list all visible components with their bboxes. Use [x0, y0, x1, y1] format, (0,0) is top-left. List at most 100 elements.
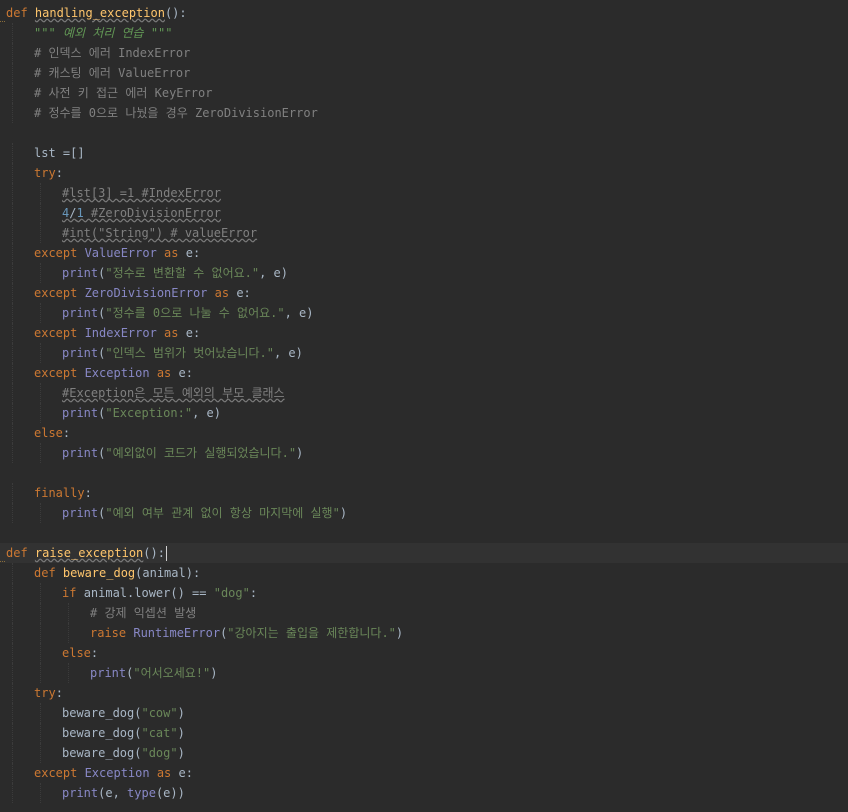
code-line[interactable]: try: — [0, 163, 848, 183]
code-token: handling_exception — [34, 6, 165, 20]
code-line[interactable]: #Exception은 모든 예외의 부모 클래스 — [0, 383, 848, 403]
code-line[interactable]: #int("String") # valueError — [0, 223, 848, 243]
code-text: try: — [34, 163, 63, 183]
indent-guide — [40, 223, 41, 243]
code-line[interactable]: except Exception as e: — [0, 363, 848, 383]
code-text: # 캐스팅 에러 ValueError — [34, 63, 190, 83]
code-token: e: — [185, 326, 201, 340]
code-token: : — [55, 686, 63, 700]
code-token: ) — [210, 666, 218, 680]
code-line[interactable]: """ 예외 처리 연습 """ — [0, 23, 848, 43]
code-line[interactable]: finally: — [0, 483, 848, 503]
code-token: "인덱스 범위가 벗어났습니다." — [105, 346, 274, 360]
code-line[interactable]: raise RuntimeError("강아지는 출입을 제한합니다.") — [0, 623, 848, 643]
code-text: beware_dog("dog") — [62, 743, 185, 763]
code-token: ) — [296, 446, 304, 460]
code-line[interactable]: beware_dog("dog") — [0, 743, 848, 763]
code-line[interactable]: print("Exception:", e) — [0, 403, 848, 423]
code-token: "예외없이 코드가 실행되었습니다." — [105, 446, 297, 460]
code-token: ) — [177, 706, 185, 720]
code-token: Exception — [84, 366, 150, 380]
indent-guide — [40, 183, 41, 203]
code-token: except — [34, 366, 85, 380]
code-token: except — [34, 286, 85, 300]
code-text: beware_dog("cat") — [62, 723, 185, 743]
code-line[interactable]: print(e, type(e)) — [0, 783, 848, 803]
code-text: def handling_exception(): — [6, 3, 187, 23]
code-token: "예외 여부 관계 없이 항상 마지막에 실행" — [105, 506, 340, 520]
code-token: beware_dog — [62, 566, 136, 580]
indent-guide — [12, 303, 13, 323]
code-token: except — [34, 766, 85, 780]
code-line[interactable]: print("인덱스 범위가 벗어났습니다.", e) — [0, 343, 848, 363]
code-token: as — [156, 246, 186, 260]
code-text: # 강제 익셉션 발생 — [90, 603, 196, 623]
code-line[interactable]: try: — [0, 683, 848, 703]
indent-guide — [12, 23, 13, 43]
indent-guide — [40, 723, 41, 743]
code-line[interactable]: except Exception as e: — [0, 763, 848, 783]
code-text: else: — [34, 423, 70, 443]
code-token: "cat" — [141, 726, 178, 740]
code-text: def raise_exception(): — [6, 543, 167, 563]
code-line[interactable] — [0, 523, 848, 543]
code-token: ) — [339, 506, 348, 520]
code-line[interactable]: else: — [0, 423, 848, 443]
code-token: (): — [164, 6, 187, 20]
code-line[interactable]: beware_dog("cow") — [0, 703, 848, 723]
code-token: as — [149, 766, 179, 780]
code-text: #int("String") # valueError — [62, 223, 257, 243]
indent-guide — [40, 383, 41, 403]
code-line[interactable]: #lst[3] =1 #IndexError — [0, 183, 848, 203]
code-token: (e, — [98, 786, 128, 800]
code-token: : — [84, 486, 92, 500]
code-line[interactable]: # 강제 익셉션 발생 — [0, 603, 848, 623]
indent-guide — [12, 363, 13, 383]
code-line[interactable]: print("정수로 변환할 수 없어요.", e) — [0, 263, 848, 283]
code-text: print("정수로 변환할 수 없어요.", e) — [62, 263, 288, 283]
code-line[interactable] — [0, 123, 848, 143]
code-line[interactable]: 4/1 #ZeroDivisionError — [0, 203, 848, 223]
code-line[interactable]: print("어서오세요!") — [0, 663, 848, 683]
code-line[interactable]: # 캐스팅 에러 ValueError — [0, 63, 848, 83]
indent-guide — [12, 223, 13, 243]
indent-guide — [12, 203, 13, 223]
code-token: ValueError — [84, 246, 157, 260]
code-line[interactable]: else: — [0, 643, 848, 663]
code-token: print — [62, 306, 99, 320]
indent-guide — [12, 703, 13, 723]
code-text: beware_dog("cow") — [62, 703, 185, 723]
code-text: def beware_dog(animal): — [34, 563, 200, 583]
code-token: ZeroDivisionError — [84, 286, 208, 300]
code-token: def — [6, 6, 35, 20]
indent-guide — [68, 603, 69, 623]
indent-guide — [40, 743, 41, 763]
code-line[interactable]: except ValueError as e: — [0, 243, 848, 263]
code-line[interactable]: beware_dog("cat") — [0, 723, 848, 743]
code-editor[interactable]: def handling_exception(): """ 예외 처리 연습 ""… — [0, 0, 848, 812]
code-line[interactable]: def beware_dog(animal): — [0, 563, 848, 583]
code-line[interactable]: print("예외 여부 관계 없이 항상 마지막에 실행") — [0, 503, 848, 523]
code-line[interactable]: # 사전 키 접근 에러 KeyError — [0, 83, 848, 103]
indent-guide — [40, 663, 41, 683]
code-text: finally: — [34, 483, 92, 503]
code-line[interactable]: if animal.lower() == "dog": — [0, 583, 848, 603]
code-line[interactable]: def raise_exception(): — [0, 543, 848, 563]
code-line[interactable]: lst =[] — [0, 143, 848, 163]
indent-guide — [12, 43, 13, 63]
code-line[interactable]: except IndexError as e: — [0, 323, 848, 343]
code-line[interactable]: print("예외없이 코드가 실행되었습니다.") — [0, 443, 848, 463]
code-line[interactable] — [0, 463, 848, 483]
indent-guide — [12, 723, 13, 743]
code-token: e: — [236, 286, 251, 300]
code-line[interactable]: print("정수를 0으로 나눌 수 없어요.", e) — [0, 303, 848, 323]
code-token: : — [90, 646, 99, 660]
code-line[interactable]: # 인덱스 에러 IndexError — [0, 43, 848, 63]
indent-guide — [40, 503, 41, 523]
code-token: """ 예외 처리 연습 """ — [34, 26, 173, 40]
code-line[interactable]: # 정수를 0으로 나눴을 경우 ZeroDivisionError — [0, 103, 848, 123]
code-line[interactable]: def handling_exception(): — [0, 3, 848, 23]
code-token: raise_exception — [34, 546, 144, 560]
code-token: "정수를 0으로 나눌 수 없어요." — [105, 306, 285, 320]
code-line[interactable]: except ZeroDivisionError as e: — [0, 283, 848, 303]
